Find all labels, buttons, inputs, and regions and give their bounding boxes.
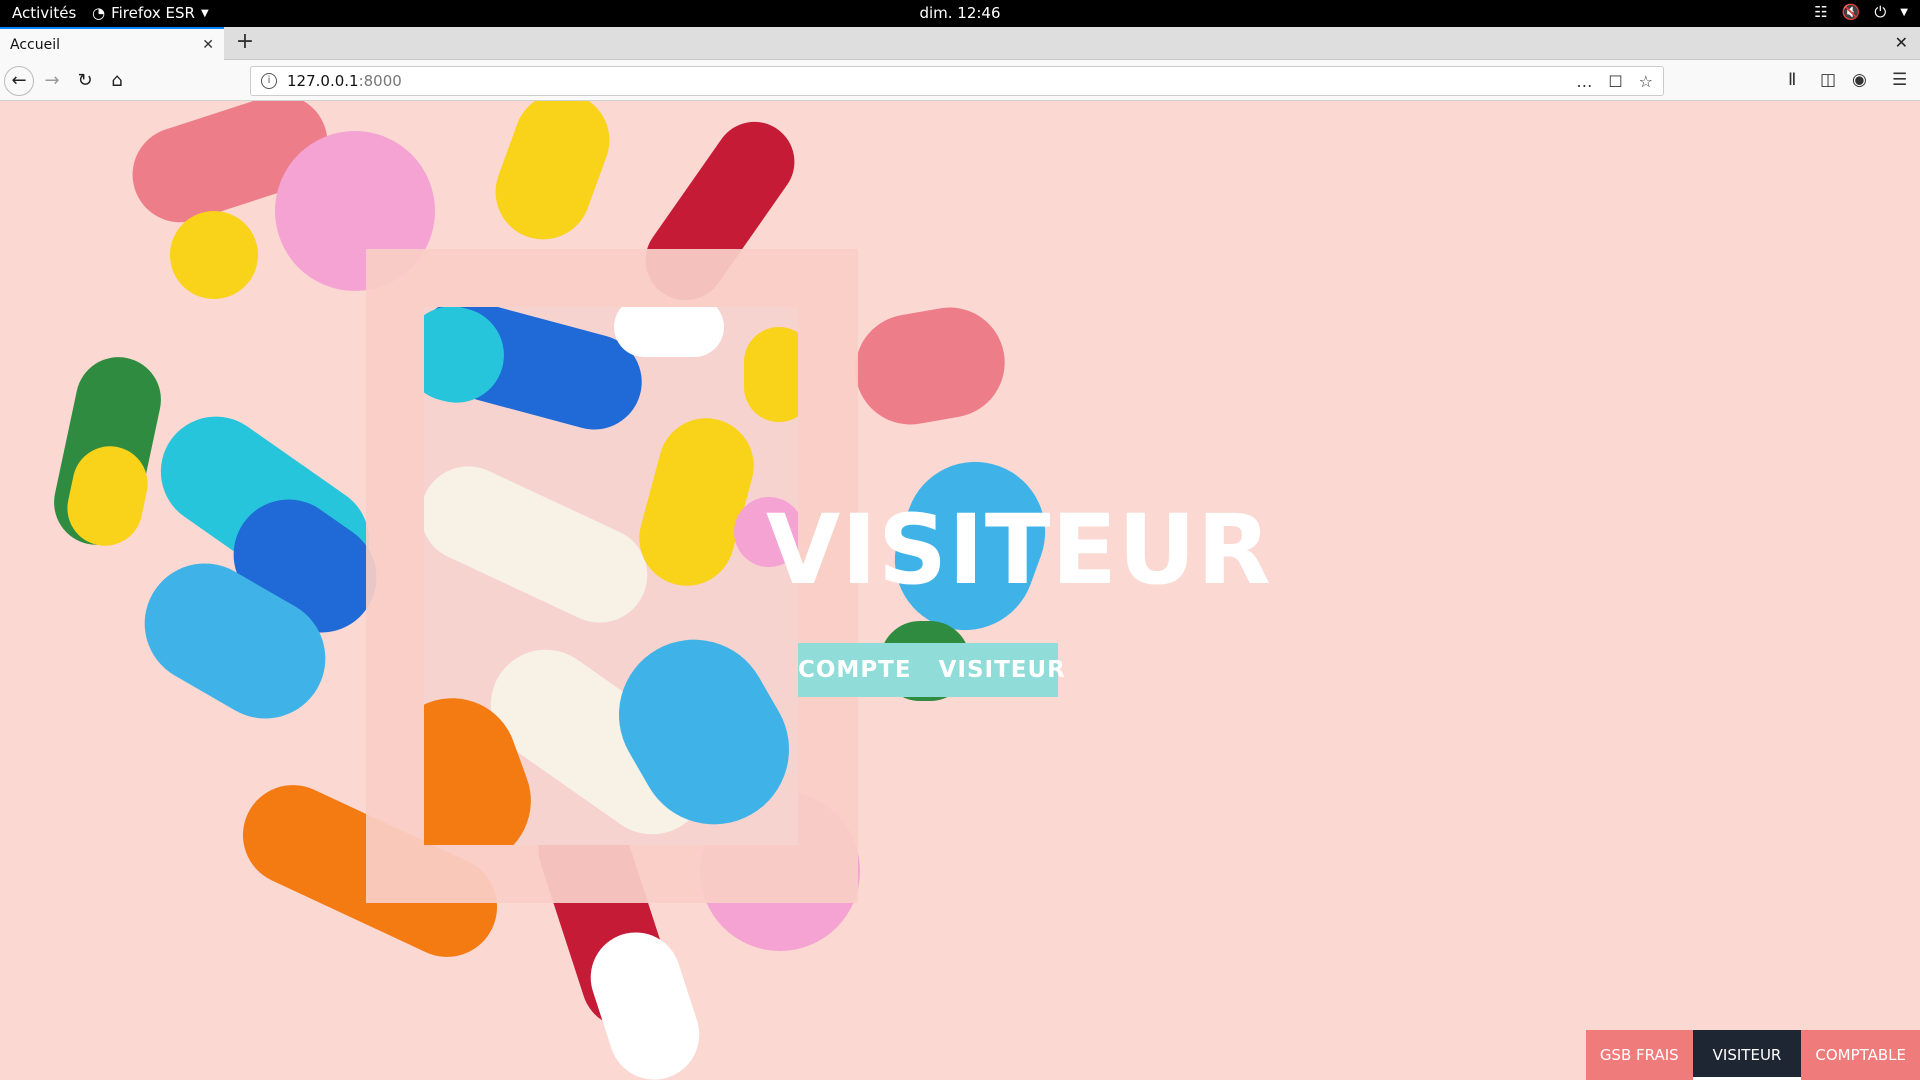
close-window-icon[interactable]: ✕ xyxy=(1895,33,1908,52)
url-host: 127.0.0.1 xyxy=(287,72,359,90)
nav-visiteur[interactable]: VISITEUR xyxy=(1692,1030,1802,1080)
chevron-down-icon: ▼ xyxy=(1900,6,1908,18)
site-info-icon[interactable]: i xyxy=(261,73,277,89)
system-top-bar: Activités ◔ Firefox ESR ▼ dim. 12:46 ☷ 🔇… xyxy=(0,0,1920,27)
bookmark-star-icon[interactable]: ☆ xyxy=(1639,72,1653,91)
hamburger-menu-icon[interactable]: ☰ xyxy=(1892,70,1907,90)
tab-strip: Accueil ✕ + ✕ xyxy=(0,27,1920,60)
forward-button[interactable]: → xyxy=(37,66,67,96)
firefox-icon: ◔ xyxy=(92,4,106,22)
tab-title: Accueil xyxy=(10,36,60,53)
power-icon: ⏻ xyxy=(1874,3,1887,21)
url-bar[interactable]: i 127.0.0.1:8000 … ☐ ☆ xyxy=(250,66,1664,96)
sidebar-icon[interactable]: ◫ xyxy=(1820,70,1836,90)
clock[interactable]: dim. 12:46 xyxy=(919,4,1000,22)
url-port: :8000 xyxy=(358,72,402,90)
page-actions-icon[interactable]: … xyxy=(1576,72,1592,91)
account-icon[interactable]: ◉ xyxy=(1852,70,1867,90)
back-button[interactable]: ← xyxy=(4,66,34,96)
library-icon[interactable]: Ⅱ xyxy=(1788,70,1796,90)
app-menu[interactable]: ◔ Firefox ESR ▼ xyxy=(92,4,209,22)
app-name: Firefox ESR xyxy=(111,4,195,22)
navigation-toolbar: ← → ↻ ⌂ i 127.0.0.1:8000 … ☐ ☆ Ⅱ ◫ ◉ ☰ xyxy=(0,60,1920,101)
home-button[interactable]: ⌂ xyxy=(102,66,132,96)
bottom-nav: GSB FRAIS VISITEUR COMPTABLE xyxy=(1585,1030,1920,1080)
system-tray[interactable]: ☷ 🔇 ⏻ ▼ xyxy=(1814,3,1908,21)
hero-title: VISITEUR xyxy=(766,494,1272,606)
reload-button[interactable]: ↻ xyxy=(70,66,100,96)
volume-muted-icon: 🔇 xyxy=(1841,3,1861,21)
close-tab-icon[interactable]: ✕ xyxy=(202,37,214,53)
new-tab-button[interactable]: + xyxy=(232,30,258,56)
chevron-down-icon: ▼ xyxy=(200,7,209,19)
tab-accueil[interactable]: Accueil ✕ xyxy=(0,27,224,60)
hero-pills-image xyxy=(424,307,798,845)
nav-comptable[interactable]: COMPTABLE xyxy=(1801,1030,1920,1080)
nav-gsb-frais[interactable]: GSB FRAIS xyxy=(1585,1030,1693,1080)
pocket-icon[interactable]: ☐ xyxy=(1608,72,1622,91)
compte-visiteur-button[interactable]: COMPTE VISITEUR xyxy=(798,643,1065,697)
activities-button[interactable]: Activités xyxy=(12,4,76,22)
network-icon: ☷ xyxy=(1814,3,1828,21)
page-content: VISITEUR COMPTE VISITEUR GSB FRAIS VISIT… xyxy=(0,101,1920,1080)
